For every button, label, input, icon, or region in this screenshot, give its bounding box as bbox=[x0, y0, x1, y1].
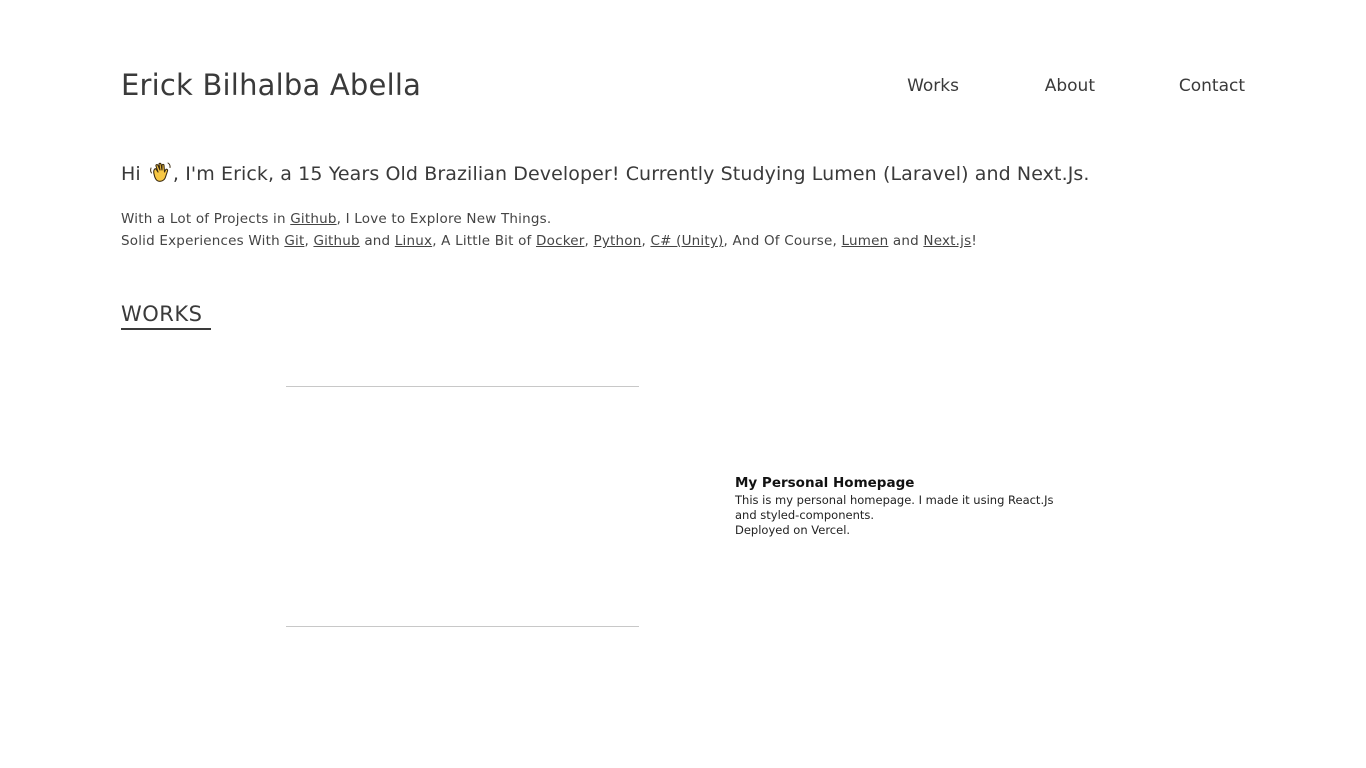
waving-hand-icon bbox=[150, 162, 171, 182]
work-card-info: My Personal Homepage This is my personal… bbox=[735, 475, 1075, 538]
nav-works-link[interactable]: Works bbox=[907, 76, 959, 96]
csharp-unity-link[interactable]: C# (Unity) bbox=[650, 233, 723, 249]
work-description: This is my personal homepage. I made it … bbox=[735, 493, 1065, 538]
intro-paragraph: With a Lot of Projects in Github, I Love… bbox=[121, 208, 977, 252]
intro-text: and bbox=[888, 233, 924, 249]
site-header: Erick Bilhalba Abella Works About Contac… bbox=[121, 66, 1245, 110]
docker-link[interactable]: Docker bbox=[536, 233, 584, 249]
nextjs-link[interactable]: Next.js bbox=[923, 233, 971, 249]
intro-text: , A Little Bit of bbox=[432, 233, 537, 249]
intro-text: , And Of Course, bbox=[723, 233, 842, 249]
work-deploy-text: Deployed on Vercel. bbox=[735, 523, 851, 537]
work-preview-image[interactable] bbox=[286, 386, 639, 627]
git-link[interactable]: Git bbox=[284, 233, 304, 249]
github-link[interactable]: Github bbox=[290, 211, 336, 227]
site-title[interactable]: Erick Bilhalba Abella bbox=[121, 68, 421, 102]
work-title[interactable]: My Personal Homepage bbox=[735, 475, 1075, 491]
works-heading: WORKS bbox=[121, 302, 211, 330]
intro-line-1: With a Lot of Projects in Github, I Love… bbox=[121, 208, 977, 230]
lumen-link[interactable]: Lumen bbox=[842, 233, 889, 249]
nav-contact-link[interactable]: Contact bbox=[1179, 76, 1245, 96]
intro-line-2: Solid Experiences With Git, Github and L… bbox=[121, 230, 977, 252]
linux-link[interactable]: Linux bbox=[395, 233, 432, 249]
headline-prefix: Hi bbox=[121, 163, 141, 185]
intro-text: Solid Experiences With bbox=[121, 233, 285, 249]
intro-text: , I Love to Explore New Things. bbox=[336, 211, 552, 227]
intro-text: and bbox=[359, 233, 395, 249]
intro-text: With a Lot of Projects in bbox=[121, 211, 291, 227]
hero-headline: Hi , I'm Erick, a 15 Years Old Brazilian… bbox=[121, 160, 1090, 185]
intro-text: ! bbox=[971, 233, 977, 249]
python-link[interactable]: Python bbox=[593, 233, 641, 249]
github-link[interactable]: Github bbox=[313, 233, 359, 249]
work-description-text: This is my personal homepage. I made it … bbox=[735, 493, 1054, 522]
nav-about-link[interactable]: About bbox=[1045, 76, 1095, 96]
headline-text: , I'm Erick, a 15 Years Old Brazilian De… bbox=[172, 163, 1090, 185]
